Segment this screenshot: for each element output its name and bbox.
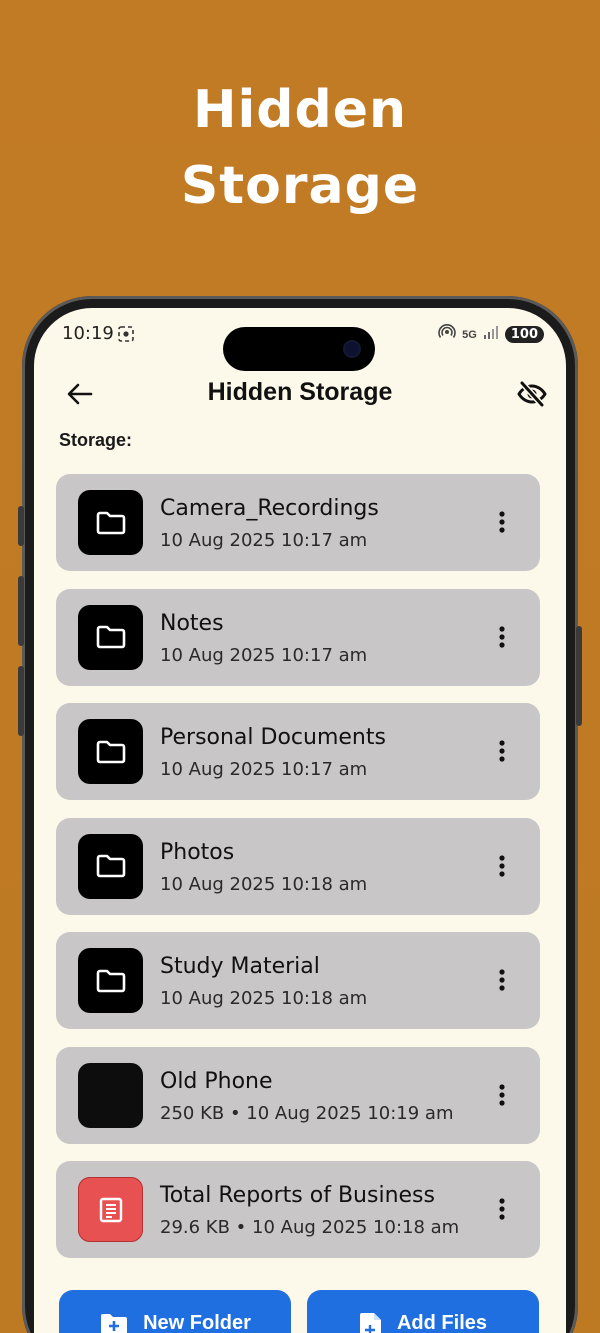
folder-thumbnail bbox=[78, 948, 143, 1013]
phone-action-button bbox=[18, 506, 24, 546]
folder-icon bbox=[96, 511, 125, 534]
more-vertical-icon bbox=[499, 625, 505, 648]
add-files-label: Add Files bbox=[396, 1312, 487, 1333]
item-name: Total Reports of Business bbox=[160, 1183, 435, 1208]
more-vertical-icon bbox=[499, 854, 505, 877]
item-name: Personal Documents bbox=[160, 725, 386, 750]
image-thumbnail bbox=[78, 1062, 143, 1128]
page-title: Hidden Storage bbox=[207, 378, 393, 406]
item-name: Old Phone bbox=[160, 1068, 273, 1094]
phone-volume-down bbox=[18, 666, 24, 736]
dynamic-island bbox=[223, 327, 375, 371]
item-menu-button[interactable] bbox=[486, 735, 518, 767]
screen-record-icon bbox=[118, 326, 134, 347]
item-meta: 10 Aug 2025 10:17 am bbox=[160, 759, 368, 780]
new-folder-button[interactable]: New Folder bbox=[59, 1290, 291, 1333]
item-menu-button[interactable] bbox=[486, 964, 518, 996]
toggle-visibility-button[interactable] bbox=[512, 374, 552, 414]
network-5g-icon: 5G bbox=[462, 328, 477, 341]
folder-icon bbox=[96, 969, 125, 992]
list-item[interactable]: Photos 10 Aug 2025 10:18 am bbox=[56, 817, 540, 915]
item-name: Photos bbox=[160, 839, 235, 865]
document-icon bbox=[99, 1197, 122, 1222]
item-menu-button[interactable] bbox=[486, 621, 518, 653]
phone-power-button bbox=[576, 626, 582, 726]
app-screen: 10:19 5G 100 Hidden Storage Storage: Cam… bbox=[34, 308, 566, 1333]
promo-title-line2: Storage bbox=[180, 156, 420, 216]
list-item[interactable]: Personal Documents 10 Aug 2025 10:17 am bbox=[56, 703, 540, 800]
document-thumbnail bbox=[78, 1177, 143, 1242]
status-time: 10:19 bbox=[62, 323, 114, 344]
folder-icon bbox=[96, 740, 125, 763]
item-menu-button[interactable] bbox=[486, 1079, 518, 1111]
new-folder-icon bbox=[101, 1314, 128, 1333]
phone-volume-up bbox=[18, 576, 24, 646]
item-menu-button[interactable] bbox=[486, 506, 518, 538]
item-name: Camera_Recordings bbox=[160, 496, 379, 521]
item-name: Notes bbox=[160, 610, 224, 636]
item-menu-button[interactable] bbox=[486, 1193, 518, 1225]
item-meta: 250 KB • 10 Aug 2025 10:19 am bbox=[160, 1102, 454, 1124]
storage-list: Camera_Recordings 10 Aug 2025 10:17 am N… bbox=[56, 474, 540, 1276]
new-folder-label: New Folder bbox=[143, 1312, 251, 1333]
more-vertical-icon bbox=[499, 969, 505, 991]
item-name: Study Material bbox=[160, 954, 320, 979]
more-vertical-icon bbox=[499, 740, 505, 762]
folder-icon bbox=[96, 854, 125, 878]
add-file-icon bbox=[359, 1313, 381, 1333]
item-meta: 29.6 KB • 10 Aug 2025 10:18 am bbox=[160, 1217, 460, 1238]
more-vertical-icon bbox=[499, 511, 505, 533]
front-camera bbox=[345, 342, 359, 356]
list-item[interactable]: Camera_Recordings 10 Aug 2025 10:17 am bbox=[56, 474, 540, 571]
folder-thumbnail bbox=[78, 833, 143, 899]
add-files-button[interactable]: Add Files bbox=[307, 1290, 539, 1333]
hotspot-icon bbox=[438, 323, 456, 346]
item-meta: 10 Aug 2025 10:18 am bbox=[160, 988, 368, 1009]
item-meta: 10 Aug 2025 10:17 am bbox=[160, 644, 368, 666]
folder-thumbnail bbox=[78, 604, 143, 670]
network-type: 5G bbox=[462, 328, 477, 341]
list-item[interactable]: Study Material 10 Aug 2025 10:18 am bbox=[56, 932, 540, 1029]
storage-section-label: Storage: bbox=[59, 430, 133, 450]
folder-thumbnail bbox=[78, 490, 143, 555]
folder-icon bbox=[96, 625, 125, 649]
eye-off-icon bbox=[517, 380, 547, 408]
item-menu-button[interactable] bbox=[486, 850, 518, 882]
list-item[interactable]: Total Reports of Business 29.6 KB • 10 A… bbox=[56, 1161, 540, 1258]
more-vertical-icon bbox=[499, 1083, 505, 1106]
folder-thumbnail bbox=[78, 719, 143, 784]
more-vertical-icon bbox=[499, 1198, 505, 1220]
promo-title: Hidden Storage bbox=[0, 72, 600, 224]
battery-indicator: 100 bbox=[504, 326, 544, 343]
status-icons: 5G 100 bbox=[438, 323, 544, 346]
item-meta: 10 Aug 2025 10:17 am bbox=[160, 530, 368, 551]
promo-title-line1: Hidden bbox=[192, 80, 408, 140]
item-meta: 10 Aug 2025 10:18 am bbox=[160, 873, 368, 895]
phone-frame: 10:19 5G 100 Hidden Storage Storage: Cam… bbox=[18, 296, 582, 1333]
signal-icon bbox=[483, 325, 499, 344]
list-item[interactable]: Old Phone 250 KB • 10 Aug 2025 10:19 am bbox=[56, 1046, 540, 1144]
list-item[interactable]: Notes 10 Aug 2025 10:17 am bbox=[56, 588, 540, 686]
